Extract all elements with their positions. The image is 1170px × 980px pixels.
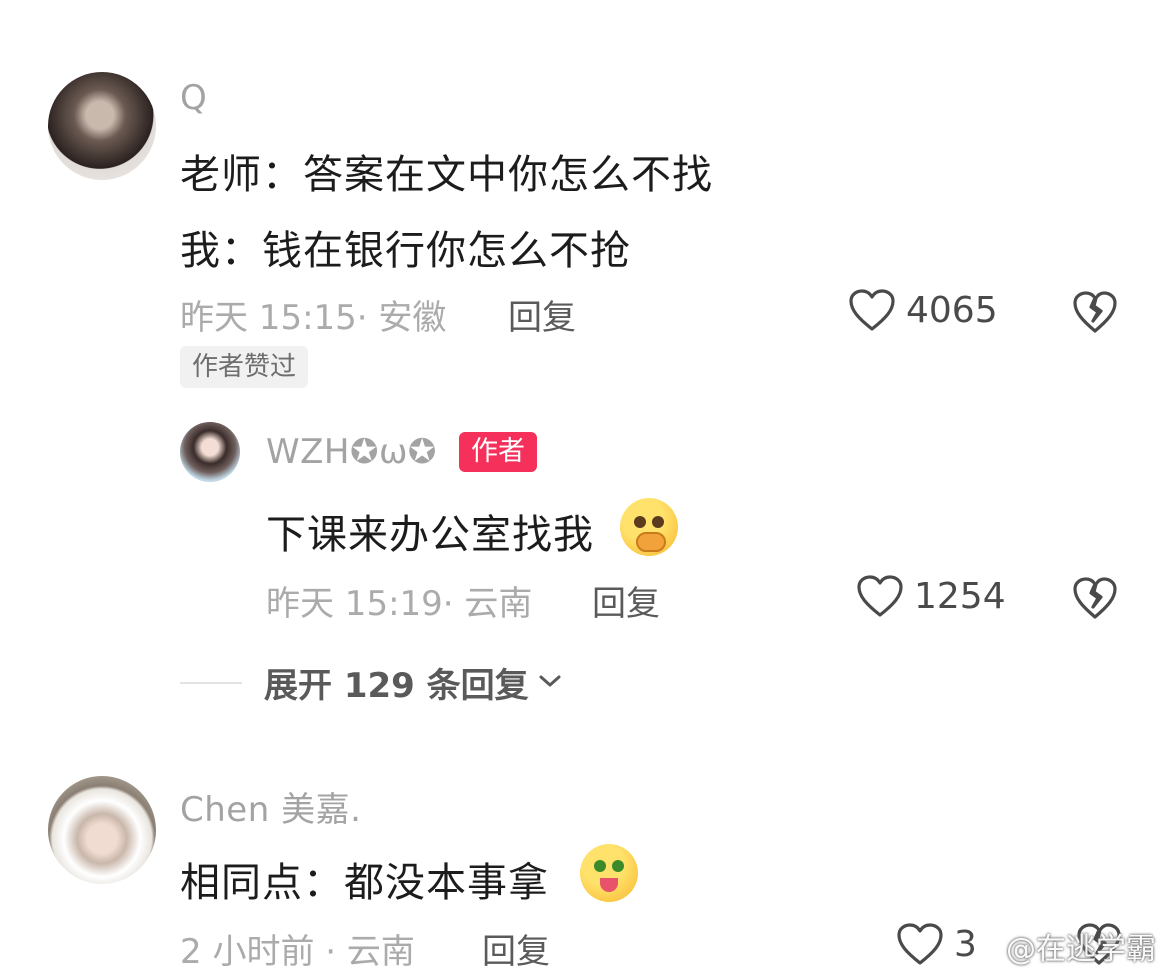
like-count: 1254 (914, 575, 1006, 617)
divider (180, 681, 242, 684)
chevron-down-icon (537, 672, 563, 694)
comment-text: 下课来办公室找我 (266, 512, 594, 558)
heart-icon (848, 288, 896, 332)
reply-button[interactable]: 回复 (592, 576, 660, 625)
comment-text-line: 老师：答案在文中你怎么不找 (180, 152, 713, 198)
reply-button[interactable]: 回复 (508, 290, 576, 339)
username[interactable]: Chen 美嘉. (180, 782, 361, 831)
comment-text-line: 我：钱在银行你怎么不抢 (180, 228, 631, 274)
like-count: 3 (954, 923, 977, 965)
comment-meta: 昨天 15:19· 云南 (266, 584, 533, 624)
heart-icon (856, 574, 904, 618)
username[interactable]: WZH✪ω✪ (266, 432, 437, 472)
comment-text: 相同点：都没本事拿 (180, 860, 549, 906)
username[interactable]: Q (180, 78, 207, 118)
author-badge: 作者 (459, 432, 537, 472)
reply-button[interactable]: 回复 (482, 924, 550, 973)
watermark: @在逃学霸 (1006, 932, 1156, 967)
author-liked-badge: 作者赞过 (180, 346, 309, 388)
like-count: 4065 (906, 289, 998, 331)
broken-heart-icon[interactable] (1072, 290, 1118, 334)
crying-emoji (620, 498, 678, 556)
money-eyes-emoji (580, 844, 638, 902)
avatar[interactable] (180, 422, 240, 482)
like-button[interactable]: 1254 (856, 574, 1006, 618)
broken-heart-icon[interactable] (1072, 576, 1118, 620)
avatar[interactable] (48, 72, 156, 180)
expand-replies-button[interactable]: 展开 129 条回复 (180, 658, 563, 707)
comment-meta: 昨天 15:15· 安徽 (180, 298, 447, 338)
heart-icon (896, 922, 944, 966)
like-button[interactable]: 4065 (848, 288, 998, 332)
avatar[interactable] (48, 776, 156, 884)
comment-meta: 2 小时前 · 云南 (180, 932, 415, 972)
like-button[interactable]: 3 (896, 922, 977, 966)
expand-replies-label: 展开 129 条回复 (264, 666, 529, 706)
